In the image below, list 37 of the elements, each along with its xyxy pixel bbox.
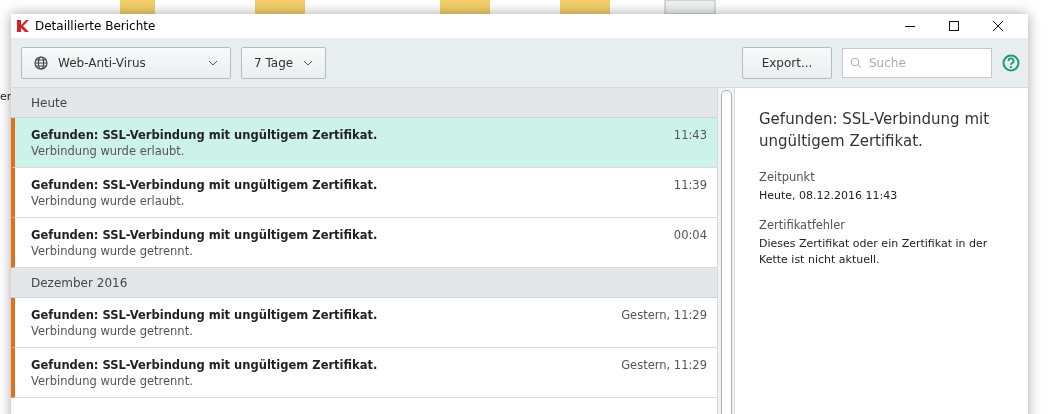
help-icon[interactable] [1002,53,1020,72]
scrollbar-thumb[interactable] [720,90,732,414]
window-title: Detaillierte Berichte [35,19,156,33]
report-status: Verbindung wurde erlaubt. [31,144,186,158]
caret-icon [303,59,314,66]
group-header: Heute [31,95,68,110]
report-status: Verbindung wurde erlaubt. [31,194,186,208]
detail-title: Gefunden: SSL-Verbindung mit ungültigem Zertifikat. [759,109,991,152]
report-status: Verbindung wurde getrennt. [31,324,194,338]
report-time: 00:04 [673,228,707,242]
export-button[interactable]: Export... [742,46,832,79]
report-status: Verbindung wurde getrennt. [31,244,194,258]
group-header: Dezember 2016 [31,275,128,290]
field-value: Dieses Zertifikat oder ein Zertifikat in der Kette ist nicht aktuell. [759,236,989,268]
report-status: Verbindung wurde getrennt. [31,374,194,388]
report-title: Gefunden: SSL-Verbindung mit ungültigem Zertifikat. [31,308,379,322]
report-row[interactable]: Gefunden: SSL-Verbindung mit ungültigem Zertifikat. Verbindung wurde erlaubt. 11:43 [11,118,717,168]
app-logo-icon [17,20,29,32]
report-time: 11:43 [673,128,707,142]
report-time: 11:39 [673,178,707,192]
field-label: Zertifikatfehler [759,218,847,232]
report-title: Gefunden: SSL-Verbindung mit ungültigem Zertifikat. [31,228,379,242]
report-title: Gefunden: SSL-Verbindung mit ungültigem Zertifikat. [31,128,379,142]
globe-icon [34,55,48,70]
period-dropdown[interactable]: 7 Tage [241,46,327,79]
search-field[interactable]: Suche [842,47,992,78]
maximize-icon[interactable] [948,20,960,32]
field-label: Zeitpunkt [759,170,816,184]
report-title: Gefunden: SSL-Verbindung mit ungültigem Zertifikat. [31,178,379,192]
search-icon [850,56,862,69]
report-time: Gestern, 11:29 [621,308,707,322]
report-title: Gefunden: SSL-Verbindung mit ungültigem Zertifikat. [31,358,379,372]
field-value: Heute, 08.12.2016 11:43 [759,188,899,204]
close-icon[interactable] [992,20,1004,32]
report-time: Gestern, 11:29 [621,358,707,372]
caret-icon [208,59,218,66]
component-dropdown[interactable]: Web-Anti-Virus [21,46,231,79]
